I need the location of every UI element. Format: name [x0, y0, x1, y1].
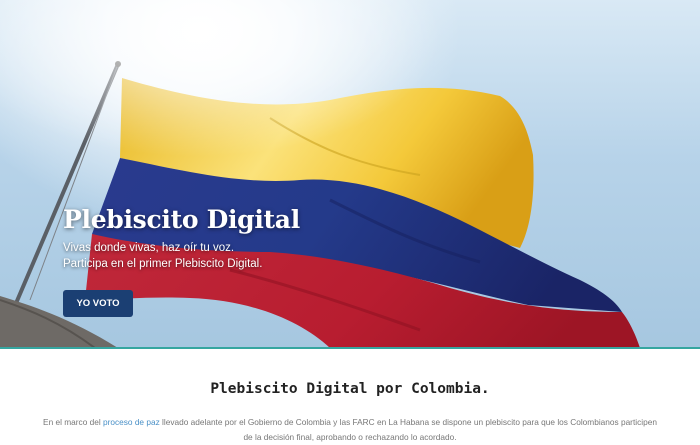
intro-text-end: llevado adelante por el Gobierno de Colo…: [159, 417, 657, 442]
intro-text-start: En el marco del: [43, 417, 103, 427]
hero-title: Plebiscito Digital: [63, 205, 300, 234]
hero-subtitle-line2: Participa en el primer Plebiscito Digita…: [63, 258, 263, 270]
hero-subtitle-line1: Vivas donde vivas, haz oír tu voz.: [63, 242, 235, 254]
yo-voto-button[interactable]: YO VOTO: [63, 290, 133, 317]
proceso-de-paz-link[interactable]: proceso de paz: [103, 417, 160, 427]
hero-divider: [0, 347, 700, 349]
intro-paragraph: En el marco del proceso de paz llevado a…: [40, 415, 660, 445]
section-heading: Plebiscito Digital por Colombia.: [210, 381, 490, 397]
hero-banner: Plebiscito Digital Vivas donde vivas, ha…: [0, 0, 700, 348]
